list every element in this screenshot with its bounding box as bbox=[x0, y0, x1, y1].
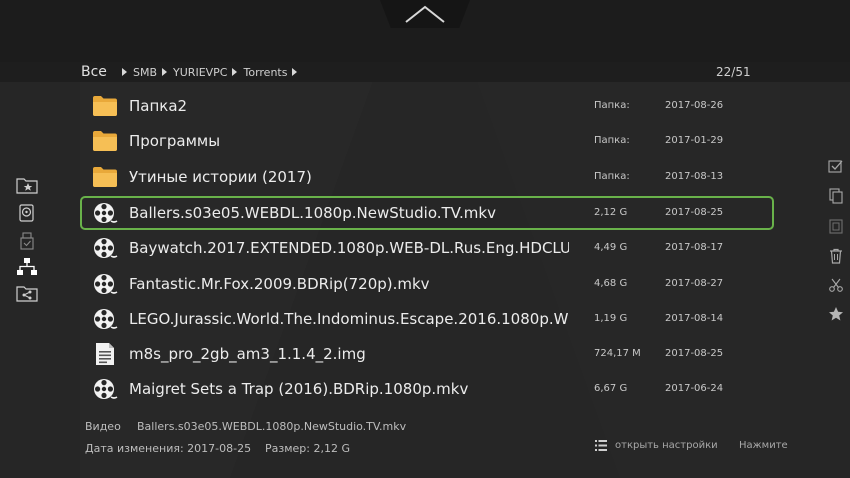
file-date: 2017-01-29 bbox=[665, 135, 724, 146]
breadcrumb-arrow-icon bbox=[122, 68, 127, 76]
video-reel-icon bbox=[92, 272, 118, 296]
favorite-folder-icon[interactable] bbox=[16, 176, 38, 194]
file-size: Папка: bbox=[594, 100, 630, 111]
file-size: 724,17 M bbox=[594, 348, 641, 359]
file-date: 2017-08-25 bbox=[665, 348, 724, 359]
file-date: 2017-08-27 bbox=[665, 278, 724, 289]
file-size: Папка: bbox=[594, 135, 630, 146]
file-name: m8s_pro_2gb_am3_1.1.4_2.img bbox=[129, 345, 366, 363]
modified-date-label: Дата изменения: 2017-08-25 bbox=[85, 442, 252, 455]
file-date: 2017-08-13 bbox=[665, 171, 724, 182]
breadcrumb-label: Torrents bbox=[243, 65, 288, 79]
file-row-selected[interactable]: Ballers.s03e05.WEBDL.1080p.NewStudio.TV.… bbox=[80, 196, 774, 230]
file-row[interactable]: m8s_pro_2gb_am3_1.1.4_2.img 724,17 M 2017-… bbox=[80, 337, 774, 371]
file-row[interactable]: LEGO.Jurassic.World.The.Indominus.Escape… bbox=[80, 302, 774, 336]
breadcrumb-label: SMB bbox=[133, 65, 158, 79]
file-name: Папка2 bbox=[129, 97, 188, 115]
file-date: 2017-06-24 bbox=[665, 383, 724, 394]
file-row[interactable]: Fantastic.Mr.Fox.2009.BDRip(720p).mkv 4,6… bbox=[80, 267, 774, 301]
copy-icon[interactable] bbox=[828, 188, 844, 204]
folder-icon bbox=[92, 165, 118, 189]
document-icon bbox=[92, 342, 118, 366]
file-size: 1,19 G bbox=[594, 313, 628, 324]
file-name: Maigret Sets a Trap (2016).BDRip.1080p.m… bbox=[129, 380, 469, 398]
file-size-label: Размер: 2,12 G bbox=[265, 442, 350, 455]
file-name-label: Ballers.s03e05.WEBDL.1080p.NewStudio.TV.… bbox=[137, 420, 407, 433]
file-size: 4,49 G bbox=[594, 242, 628, 253]
file-date: 2017-08-26 bbox=[665, 100, 724, 111]
file-row[interactable]: Утиные истории (2017) Папка: 2017-08-13 bbox=[80, 160, 774, 194]
breadcrumb-arrow-icon bbox=[232, 68, 238, 76]
video-reel-icon bbox=[92, 377, 118, 401]
file-name: Baywatch.2017.EXTENDED.1080p.WEB-DL.Rus.… bbox=[129, 239, 569, 257]
file-size: 6,67 G bbox=[594, 383, 628, 394]
breadcrumb-item[interactable]: SMB bbox=[122, 66, 157, 79]
file-row[interactable]: Maigret Sets a Trap (2016).BDRip.1080p.m… bbox=[80, 372, 774, 406]
press-hint: Нажмите bbox=[739, 440, 788, 451]
select-icon[interactable] bbox=[828, 158, 844, 174]
file-row[interactable]: Baywatch.2017.EXTENDED.1080p.WEB-DL.Rus.… bbox=[80, 231, 774, 265]
file-size: 4,68 G bbox=[594, 278, 628, 289]
file-size: Папка: bbox=[594, 171, 630, 182]
file-date: 2017-08-17 bbox=[665, 242, 724, 253]
cut-icon[interactable] bbox=[828, 277, 844, 293]
video-reel-icon bbox=[92, 236, 118, 260]
favorite-star-icon[interactable] bbox=[828, 306, 844, 322]
folder-icon bbox=[92, 94, 118, 118]
delete-icon[interactable] bbox=[828, 248, 844, 264]
breadcrumb-item[interactable]: YURIEVPC bbox=[157, 66, 227, 79]
details-footer: Видео Ballers.s03e05.WEBDL.1080p.NewStud… bbox=[0, 412, 850, 478]
video-reel-icon bbox=[92, 307, 118, 331]
usb-device-icon[interactable] bbox=[16, 232, 38, 250]
paste-icon[interactable] bbox=[828, 218, 844, 234]
file-name: Утиные истории (2017) bbox=[129, 168, 312, 186]
file-type-label: Видео bbox=[85, 420, 121, 433]
file-date: 2017-08-25 bbox=[665, 207, 724, 218]
file-name: Fantastic.Mr.Fox.2009.BDRip(720p).mkv bbox=[129, 275, 430, 293]
menu-icon bbox=[595, 440, 607, 451]
file-size: 2,12 G bbox=[594, 207, 628, 218]
breadcrumb-arrow-icon bbox=[162, 68, 168, 76]
file-name: Ballers.s03e05.WEBDL.1080p.NewStudio.TV.… bbox=[129, 204, 496, 222]
chevron-up-icon[interactable] bbox=[404, 4, 446, 24]
file-row[interactable]: Программы Папка: 2017-01-29 bbox=[80, 124, 774, 158]
folder-icon bbox=[92, 129, 118, 153]
breadcrumb-item[interactable]: Torrents bbox=[227, 65, 298, 79]
file-name: Программы bbox=[129, 132, 221, 150]
breadcrumb-label: YURIEVPC bbox=[173, 65, 228, 79]
share-folder-icon[interactable] bbox=[16, 284, 38, 302]
root-location-label[interactable]: Все bbox=[81, 62, 107, 82]
video-reel-icon bbox=[92, 201, 118, 225]
disc-image-icon[interactable] bbox=[16, 204, 38, 222]
file-name: LEGO.Jurassic.World.The.Indominus.Escape… bbox=[129, 310, 569, 328]
breadcrumb-arrow-icon bbox=[292, 68, 298, 76]
item-counter: 22/51 bbox=[716, 65, 751, 79]
file-date: 2017-08-14 bbox=[665, 313, 724, 324]
breadcrumb: SMB YURIEVPC Torrents bbox=[122, 62, 298, 82]
file-row[interactable]: Папка2 Папка: 2017-08-26 bbox=[80, 89, 774, 123]
open-settings-hint: открыть настройки bbox=[615, 440, 718, 451]
network-icon[interactable] bbox=[16, 258, 38, 276]
